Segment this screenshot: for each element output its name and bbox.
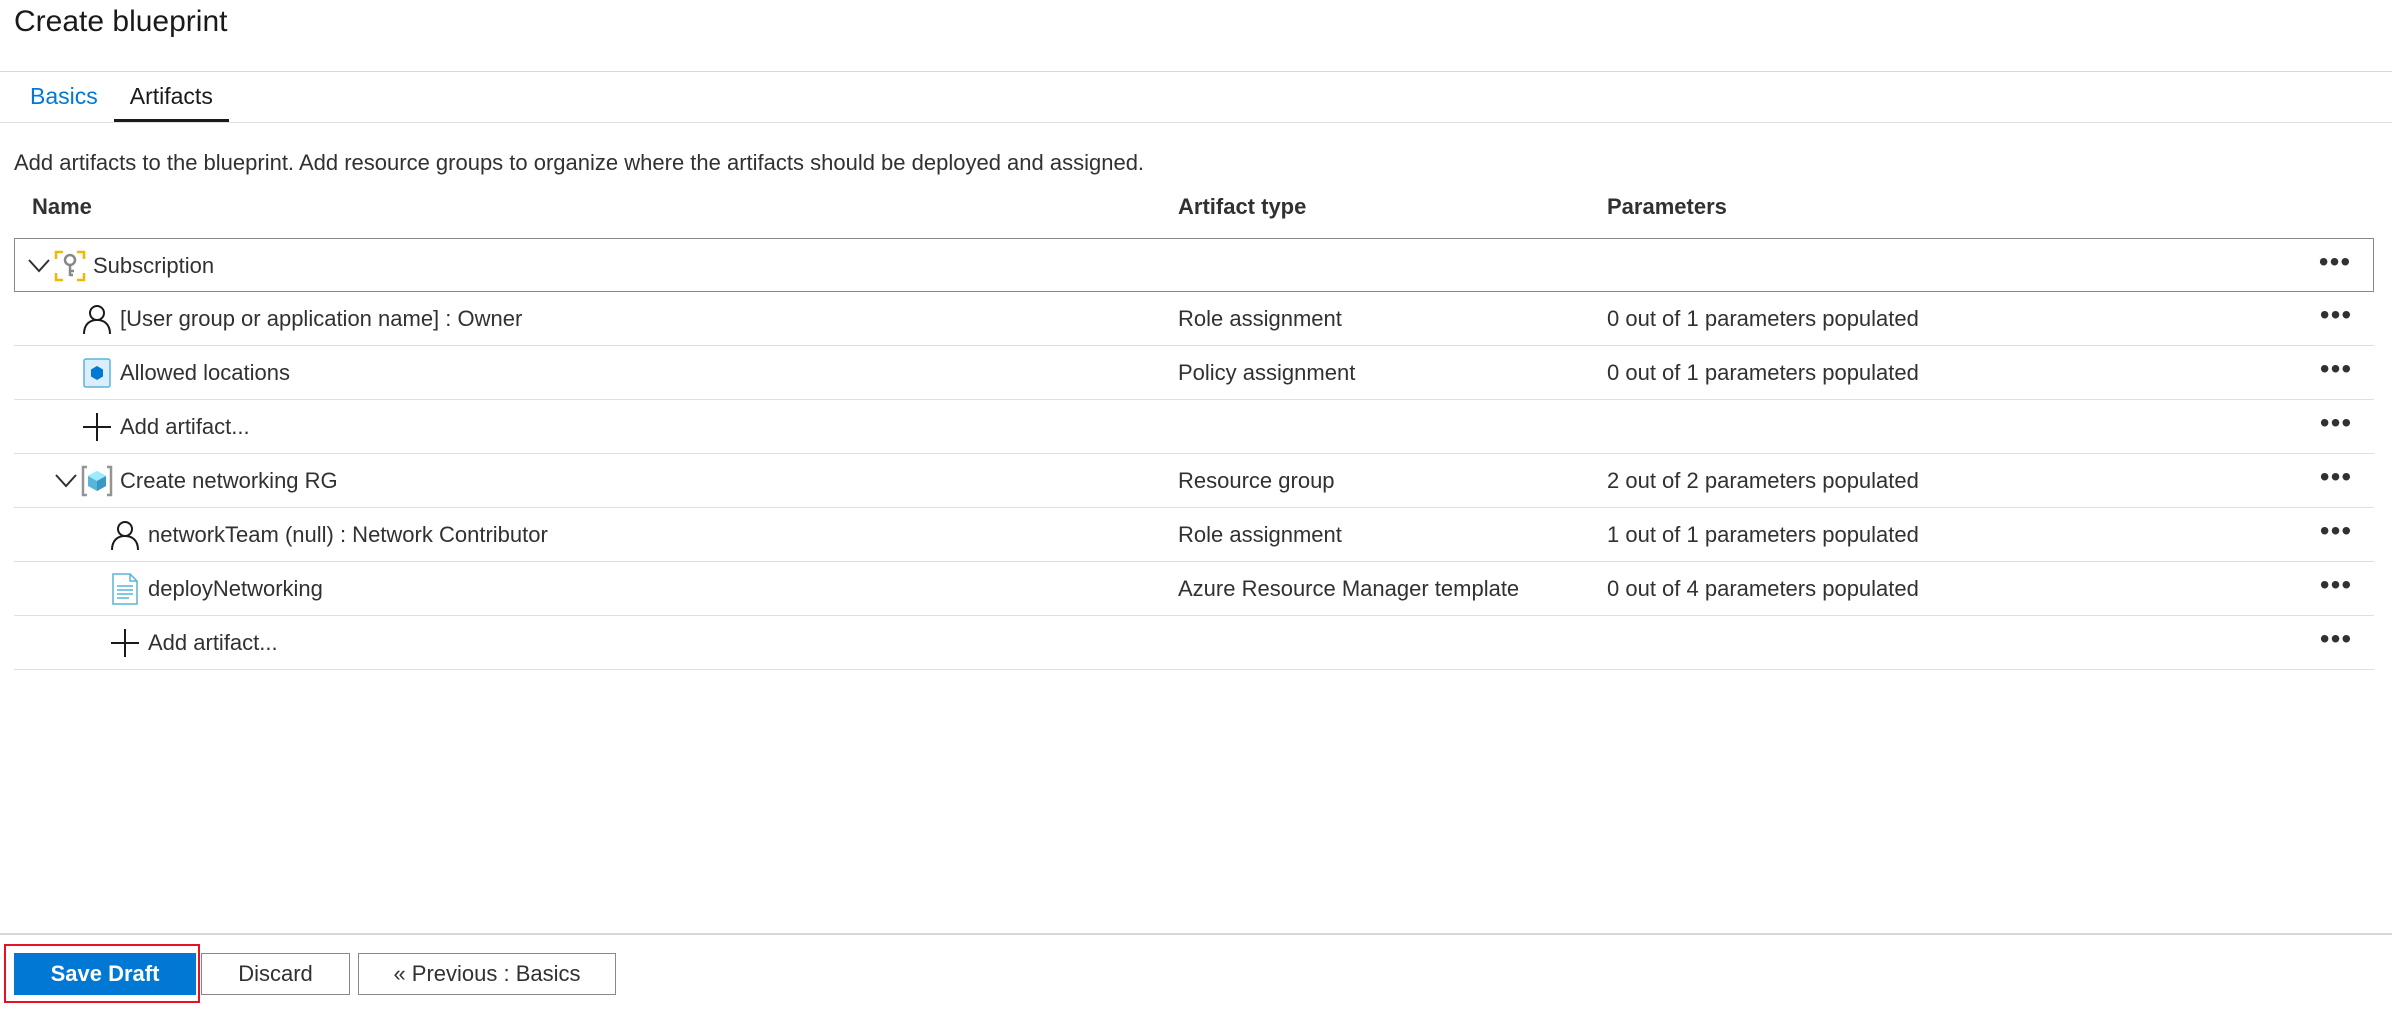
table-row-resource-group[interactable]: Create networking RG Resource group 2 ou… (14, 454, 2374, 508)
template-icon (108, 572, 142, 606)
policy-icon (80, 356, 114, 390)
artifacts-description: Add artifacts to the blueprint. Add reso… (14, 150, 1145, 175)
row-parameters: 2 out of 2 parameters populated (1607, 468, 1919, 493)
table-row-add-artifact[interactable]: Add artifact... ••• (14, 400, 2374, 454)
resource-group-icon (80, 464, 114, 498)
discard-button[interactable]: Discard (201, 953, 350, 995)
add-artifact-link[interactable]: Add artifact... (148, 616, 278, 669)
more-options-icon[interactable]: ••• (2306, 292, 2366, 345)
more-options-icon[interactable]: ••• (2306, 562, 2366, 615)
chevron-down-icon[interactable] (52, 467, 80, 495)
row-artifact-type: Role assignment (1178, 522, 1342, 547)
row-name: Allowed locations (120, 360, 290, 385)
row-artifact-type: Resource group (1178, 468, 1335, 493)
subscription-key-icon (53, 249, 87, 283)
more-options-icon[interactable]: ••• (2306, 508, 2366, 561)
column-header-artifact-type: Artifact type (1178, 194, 1307, 219)
tab-bar: Basics Artifacts (14, 72, 229, 122)
table-row-add-artifact[interactable]: Add artifact... ••• (14, 616, 2374, 670)
row-artifact-type: Role assignment (1178, 306, 1342, 331)
row-name: Create networking RG (120, 468, 338, 493)
table-row[interactable]: [User group or application name] : Owner… (14, 292, 2374, 346)
row-parameters: 0 out of 1 parameters populated (1607, 360, 1919, 385)
plus-icon (108, 626, 142, 660)
tab-artifacts[interactable]: Artifacts (113, 72, 229, 122)
previous-basics-button[interactable]: « Previous : Basics (358, 953, 616, 995)
row-name: [User group or application name] : Owner (120, 306, 523, 331)
user-icon (108, 518, 142, 552)
row-parameters: 0 out of 4 parameters populated (1607, 576, 1919, 601)
more-options-icon[interactable]: ••• (2306, 454, 2366, 507)
table-row-subscription[interactable]: Subscription ••• (14, 238, 2374, 292)
table-row[interactable]: Allowed locations Policy assignment 0 ou… (14, 346, 2374, 400)
more-options-icon[interactable]: ••• (2306, 346, 2366, 399)
page-title: Create blueprint (14, 5, 228, 38)
row-name: Subscription (93, 253, 215, 278)
row-name: deployNetworking (148, 576, 323, 601)
table-row[interactable]: networkTeam (null) : Network Contributor… (14, 508, 2374, 562)
tab-basics[interactable]: Basics (14, 72, 114, 122)
add-artifact-link[interactable]: Add artifact... (120, 400, 250, 453)
row-parameters: 1 out of 1 parameters populated (1607, 522, 1919, 547)
more-options-icon[interactable]: ••• (2306, 616, 2366, 669)
row-name: networkTeam (null) : Network Contributor (148, 522, 548, 547)
artifacts-grid: Subscription ••• [User group or applicat… (14, 238, 2374, 670)
more-options-icon[interactable]: ••• (2306, 400, 2366, 453)
title-divider (0, 71, 2392, 72)
more-options-icon[interactable]: ••• (2305, 239, 2365, 292)
column-header-parameters: Parameters (1607, 194, 1727, 219)
save-draft-button[interactable]: Save Draft (14, 953, 196, 995)
table-row[interactable]: deployNetworking Azure Resource Manager … (14, 562, 2374, 616)
footer-divider (0, 933, 2392, 935)
row-artifact-type: Policy assignment (1178, 360, 1356, 385)
row-artifact-type: Azure Resource Manager template (1178, 576, 1520, 601)
tabs-divider (0, 122, 2392, 123)
column-header-name: Name (32, 194, 92, 219)
row-parameters: 0 out of 1 parameters populated (1607, 306, 1919, 331)
chevron-down-icon[interactable] (25, 252, 53, 280)
user-icon (80, 302, 114, 336)
plus-icon (80, 410, 114, 444)
